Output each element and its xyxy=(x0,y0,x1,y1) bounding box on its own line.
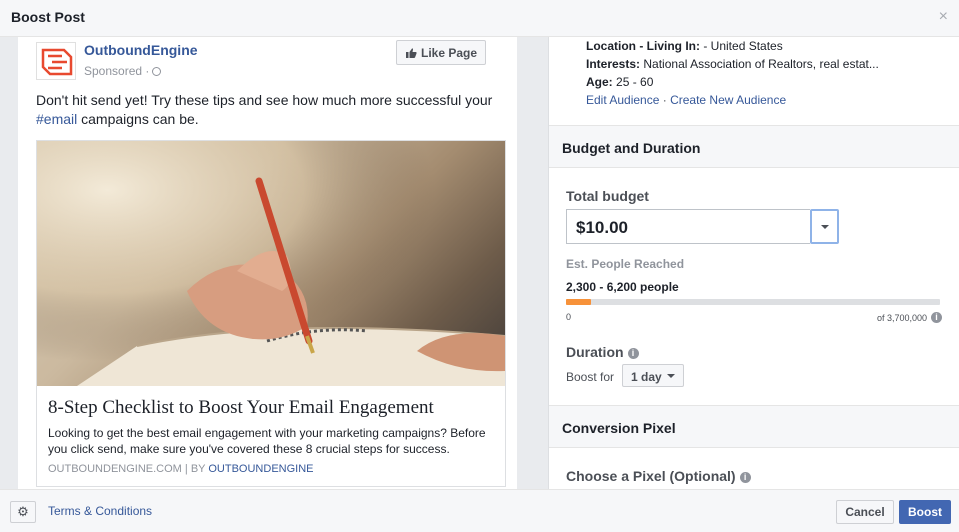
card-domain: OUTBOUNDENGINE.COM | BY OUTBOUNDENGINE xyxy=(48,463,314,475)
post-text-before: Don't hit send yet! Try these tips and s… xyxy=(36,92,493,108)
post-preview: OutboundEngine Sponsored · Like Page Don… xyxy=(18,37,517,489)
total-budget-input[interactable]: $10.00 xyxy=(566,209,810,244)
audience-location: Location - Living In: - United States xyxy=(586,39,783,53)
card-by-link[interactable]: OUTBOUNDENGINE xyxy=(208,463,313,475)
post-message: Don't hit send yet! Try these tips and s… xyxy=(36,91,506,129)
gear-icon: ⚙ xyxy=(17,504,29,519)
choose-pixel-label: Choose a Pixel (Optional) i xyxy=(566,468,751,484)
like-page-label: Like Page xyxy=(421,46,478,60)
page-logo xyxy=(36,42,76,80)
boost-button[interactable]: Boost xyxy=(899,500,951,524)
duration-select[interactable]: 1 day xyxy=(622,364,684,387)
like-page-button[interactable]: Like Page xyxy=(396,40,486,65)
card-domain-text: OUTBOUNDENGINE.COM xyxy=(48,463,182,475)
sponsored-text: Sponsored xyxy=(84,64,143,78)
cancel-button[interactable]: Cancel xyxy=(836,500,894,524)
card-by-prefix: BY xyxy=(190,463,206,475)
audience-link-separator: · xyxy=(662,93,667,107)
location-label: Location - Living In: xyxy=(586,39,700,53)
outboundengine-logo-icon xyxy=(41,48,73,76)
age-value: 25 - 60 xyxy=(616,75,654,89)
conversion-pixel-header: Conversion Pixel xyxy=(549,405,959,448)
reach-bar-fill xyxy=(566,299,592,305)
info-icon[interactable]: i xyxy=(931,312,942,323)
info-icon[interactable]: i xyxy=(739,472,751,483)
globe-icon xyxy=(152,67,162,76)
edit-audience-link[interactable]: Edit Audience xyxy=(586,93,659,107)
duration-label: Duration i xyxy=(566,344,639,360)
dialog-header: Boost Post × xyxy=(0,0,959,37)
preview-scrollbar[interactable] xyxy=(517,37,531,489)
card-title[interactable]: 8-Step Checklist to Boost Your Email Eng… xyxy=(48,397,498,419)
est-reach-value: 2,300 - 6,200 people xyxy=(566,280,679,294)
card-photo-writing-hand xyxy=(37,141,505,386)
chevron-down-icon xyxy=(821,225,829,229)
hashtag-link[interactable]: #email xyxy=(36,111,77,127)
create-audience-link[interactable]: Create New Audience xyxy=(670,93,786,107)
duration-select-value: 1 day xyxy=(631,370,662,384)
settings-button[interactable]: ⚙ xyxy=(10,501,36,523)
audience-links: Edit Audience · Create New Audience xyxy=(586,93,786,107)
est-reach-label: Est. People Reached xyxy=(566,257,685,271)
link-card[interactable]: 8-Step Checklist to Boost Your Email Eng… xyxy=(36,140,506,487)
dialog-footer: ⚙ Terms & Conditions Cancel Boost xyxy=(0,489,959,532)
interests-label: Interests: xyxy=(586,57,641,71)
reach-max-text: of 3,700,000 xyxy=(876,313,927,323)
duration-label-text: Duration xyxy=(566,344,624,360)
dialog-title: Boost Post xyxy=(11,9,85,25)
terms-conditions-link[interactable]: Terms & Conditions xyxy=(48,504,152,518)
chevron-down-icon xyxy=(667,374,675,378)
boost-for-label: Boost for xyxy=(566,370,615,384)
interests-value: National Association of Realtors, real e… xyxy=(643,57,879,71)
total-budget-label: Total budget xyxy=(566,188,649,204)
choose-pixel-text: Choose a Pixel (Optional) xyxy=(566,468,736,484)
budget-section-header: Budget and Duration xyxy=(549,125,959,168)
budget-dropdown-button[interactable] xyxy=(810,209,839,244)
thumbs-up-icon xyxy=(406,48,417,58)
reach-bar xyxy=(566,299,940,305)
info-icon[interactable]: i xyxy=(627,348,639,359)
reach-max-label: of 3,700,000 i xyxy=(877,312,942,323)
audience-age: Age: 25 - 60 xyxy=(586,75,653,89)
page-name-link[interactable]: OutboundEngine xyxy=(84,42,198,58)
age-label: Age: xyxy=(586,75,613,89)
card-description: Looking to get the best email engagement… xyxy=(48,426,486,456)
sponsored-label: Sponsored · xyxy=(84,64,162,78)
card-image xyxy=(37,141,505,386)
reach-min-label: 0 xyxy=(566,312,572,322)
close-icon[interactable]: × xyxy=(939,8,948,26)
settings-pane: Location - Living In: - United States In… xyxy=(548,37,959,489)
location-value: - United States xyxy=(703,39,783,53)
audience-interests: Interests: National Association of Realt… xyxy=(586,57,879,71)
post-text-after: campaigns can be. xyxy=(77,111,199,127)
card-domain-separator: | xyxy=(184,463,188,475)
